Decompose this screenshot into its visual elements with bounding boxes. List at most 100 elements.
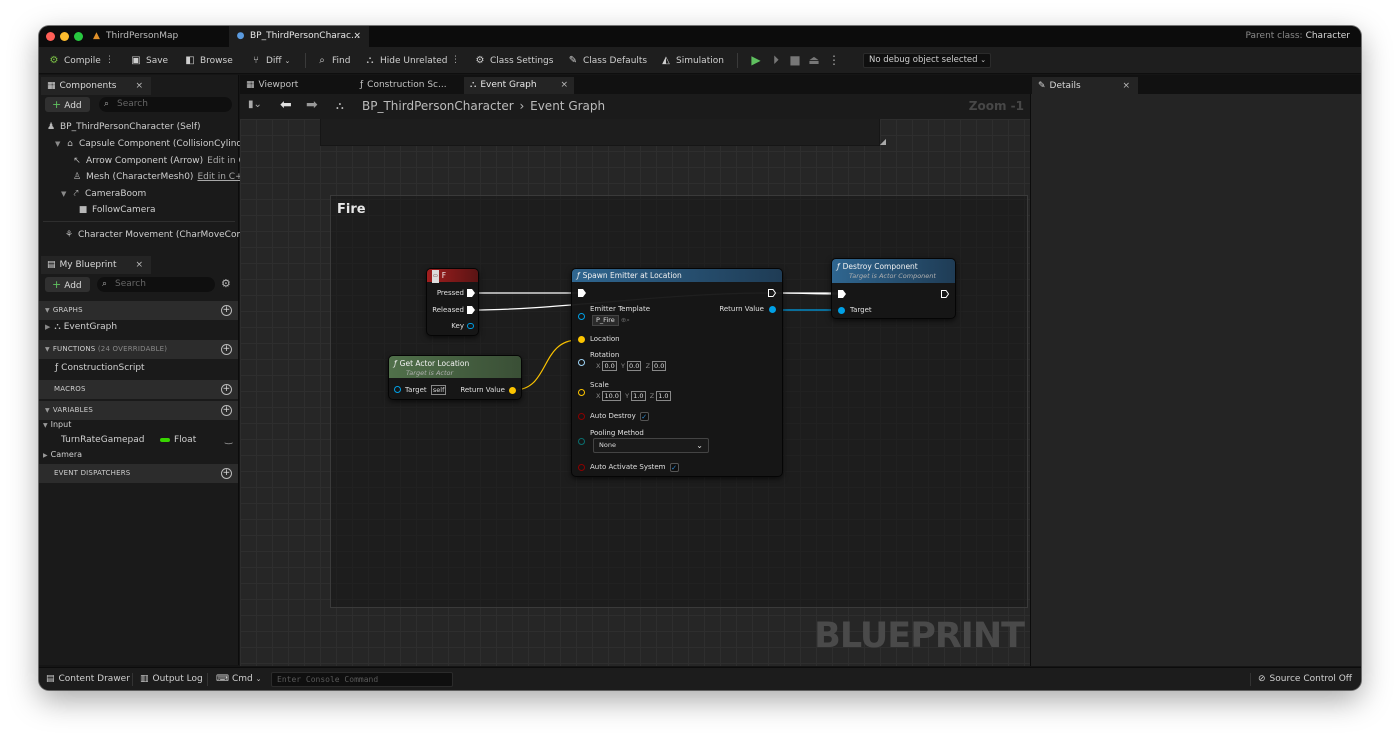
browse-button[interactable]: ◧ Browse [183,47,233,74]
component-follow-camera[interactable]: ■ FollowCamera [77,203,156,217]
tab-construction-script[interactable]: ƒ Construction Sc... [354,77,464,94]
tab-viewport[interactable]: ▦ Viewport [240,77,352,94]
pooling-method-select[interactable]: None ⌄ [593,438,709,453]
compile-options-button[interactable]: ⋮ [105,47,114,74]
node-key-f[interactable]: ▭ F Pressed Released Key [426,268,479,336]
my-blueprint-search-input[interactable]: ⌕ Search [97,277,215,292]
scale-y-input[interactable]: 1.0 [631,391,646,401]
node-header[interactable]: ƒ Spawn Emitter at Location [572,269,782,282]
browse-asset-icon[interactable]: ⊕⌕ [621,316,630,324]
pooling-method-pin[interactable] [578,438,585,445]
close-window-button[interactable] [46,32,55,41]
close-my-blueprint-button[interactable]: × [135,256,143,274]
node-header[interactable]: ▭ F [427,269,478,283]
minimize-window-button[interactable] [60,32,69,41]
event-graph-canvas[interactable]: ◢ Fire ▭ F Pressed Released Key ƒ Get Ac… [240,119,1030,666]
debug-object-select[interactable]: No debug object selected ⌄ [863,53,991,68]
exec-in-pin[interactable] [838,290,846,298]
close-components-button[interactable]: × [135,77,143,95]
node-get-actor-location[interactable]: ƒ Get Actor Location Target is Actor Targ… [388,355,522,400]
components-search-input[interactable]: ⌕ Search [99,97,232,112]
auto-activate-pin[interactable] [578,464,585,471]
add-variable-button[interactable]: + [221,405,232,416]
output-log-button[interactable]: ▥ Output Log [140,668,203,690]
exec-out-pin[interactable] [941,290,949,298]
emitter-template-picker[interactable]: P_Fire ⊕⌕ [592,315,630,326]
console-command-input[interactable]: Enter Console Command [271,672,453,687]
eye-icon[interactable]: ‿ [225,433,232,447]
add-member-button[interactable]: + Add [45,277,90,292]
doc-tab-bp-character[interactable]: ● BP_ThirdPersonCharac... × [229,26,369,47]
save-button[interactable]: ▣ Save [129,47,168,74]
forward-arrow-icon[interactable]: ➡ [306,97,318,113]
close-tab-button[interactable]: × [353,26,361,47]
hide-unrelated-options-button[interactable]: ⋮ [451,47,460,74]
self-value[interactable]: self [430,385,447,395]
play-icon[interactable]: ▶ [749,53,763,67]
exec-out-pin[interactable] [768,289,776,297]
rotation-x-input[interactable]: 0.0 [602,361,617,371]
rotation-z-input[interactable]: 0.0 [652,361,667,371]
close-details-button[interactable]: × [1122,77,1130,95]
expand-arrow-icon[interactable]: ▼ [61,187,70,201]
class-settings-button[interactable]: ⚙ Class Settings [473,47,554,74]
back-arrow-icon[interactable]: ⬅ [280,97,292,113]
stop-icon[interactable]: ■ [788,53,802,67]
step-icon[interactable]: ⏵ [769,53,783,67]
template-value[interactable]: P_Fire [592,315,619,326]
find-button[interactable]: ⌕ Find [315,47,350,74]
bookmark-icon[interactable]: ▮⌄ [248,99,262,110]
rotation-y-input[interactable]: 0.0 [627,361,642,371]
auto-destroy-checkbox[interactable]: ✓ [639,411,649,421]
event-graph-item[interactable]: ▶ ⛬ EventGraph [45,320,117,334]
diff-button[interactable]: ⑂ Diff ⌄ [249,47,290,74]
macros-section-header[interactable]: MACROS + [39,380,238,399]
add-graph-button[interactable]: + [221,305,232,316]
component-self[interactable]: ♟ BP_ThirdPersonCharacter (Self) [45,120,201,134]
target-in-pin[interactable] [394,386,401,393]
tab-details[interactable]: ✎ Details × [1032,77,1138,95]
target-in-pin[interactable] [838,307,845,314]
add-event-dispatcher-button[interactable]: + [221,468,232,479]
close-tab-button[interactable]: × [560,77,568,94]
scale-z-input[interactable]: 1.0 [656,391,671,401]
rotation-pin[interactable] [578,359,585,366]
node-destroy-component[interactable]: ƒ Destroy Component Target is Actor Compo… [831,258,956,319]
variable-category-camera[interactable]: ▶ Camera [43,448,82,463]
node-spawn-emitter[interactable]: ƒ Spawn Emitter at Location Emitter Templ… [571,268,783,477]
add-macro-button[interactable]: + [221,384,232,395]
eject-icon[interactable]: ⏏ [807,53,821,67]
component-capsule[interactable]: ▼ ⌂ Capsule Component (CollisionCylinde [55,137,248,151]
expand-arrow-icon[interactable]: ▼ [55,137,64,151]
component-camera-boom[interactable]: ▼ ⤤ CameraBoom [61,187,146,201]
object-out-pin[interactable] [769,306,776,313]
scale-pin[interactable] [578,389,585,396]
add-component-button[interactable]: + Add [45,97,90,112]
vector-out-pin[interactable] [509,387,516,394]
variable-category-input[interactable]: ▼ Input [43,418,71,433]
scale-x-input[interactable]: 10.0 [602,391,621,401]
source-control-button[interactable]: ⊘ Source Control Off [1258,668,1352,690]
graphs-section-header[interactable]: ▼ GRAPHS + [39,301,238,320]
tab-event-graph[interactable]: ⛬ Event Graph × [464,77,574,94]
event-dispatchers-section-header[interactable]: EVENT DISPATCHERS + [39,464,238,483]
exec-out-pin[interactable] [467,306,475,314]
play-options-button[interactable]: ⋮ [827,53,841,67]
variable-turn-rate[interactable]: TurnRateGamepad Float ‿ [61,433,237,447]
functions-section-header[interactable]: ▼ FUNCTIONS (24 OVERRIDABLE) + [39,340,238,359]
emitter-template-pin[interactable] [578,313,585,320]
zoom-window-button[interactable] [74,32,83,41]
tab-my-blueprint[interactable]: ▤ My Blueprint × [41,256,151,274]
breadcrumb-graph[interactable]: Event Graph [530,99,605,113]
class-defaults-button[interactable]: ✎ Class Defaults [566,47,647,74]
simulation-button[interactable]: ◭ Simulation [659,47,724,74]
compile-button[interactable]: ⚙ Compile [47,47,101,74]
tab-components[interactable]: ▦ Components × [41,77,151,95]
content-drawer-button[interactable]: ▤ Content Drawer [46,668,130,690]
exec-in-pin[interactable] [578,289,586,297]
construction-script-item[interactable]: ƒ ConstructionScript [55,361,145,375]
cmd-select[interactable]: ⌨ Cmd ⌄ [216,668,262,690]
auto-destroy-pin[interactable] [578,413,585,420]
hide-unrelated-button[interactable]: ⛬ Hide Unrelated [363,47,448,74]
breadcrumb-blueprint[interactable]: BP_ThirdPersonCharacter [362,99,514,113]
